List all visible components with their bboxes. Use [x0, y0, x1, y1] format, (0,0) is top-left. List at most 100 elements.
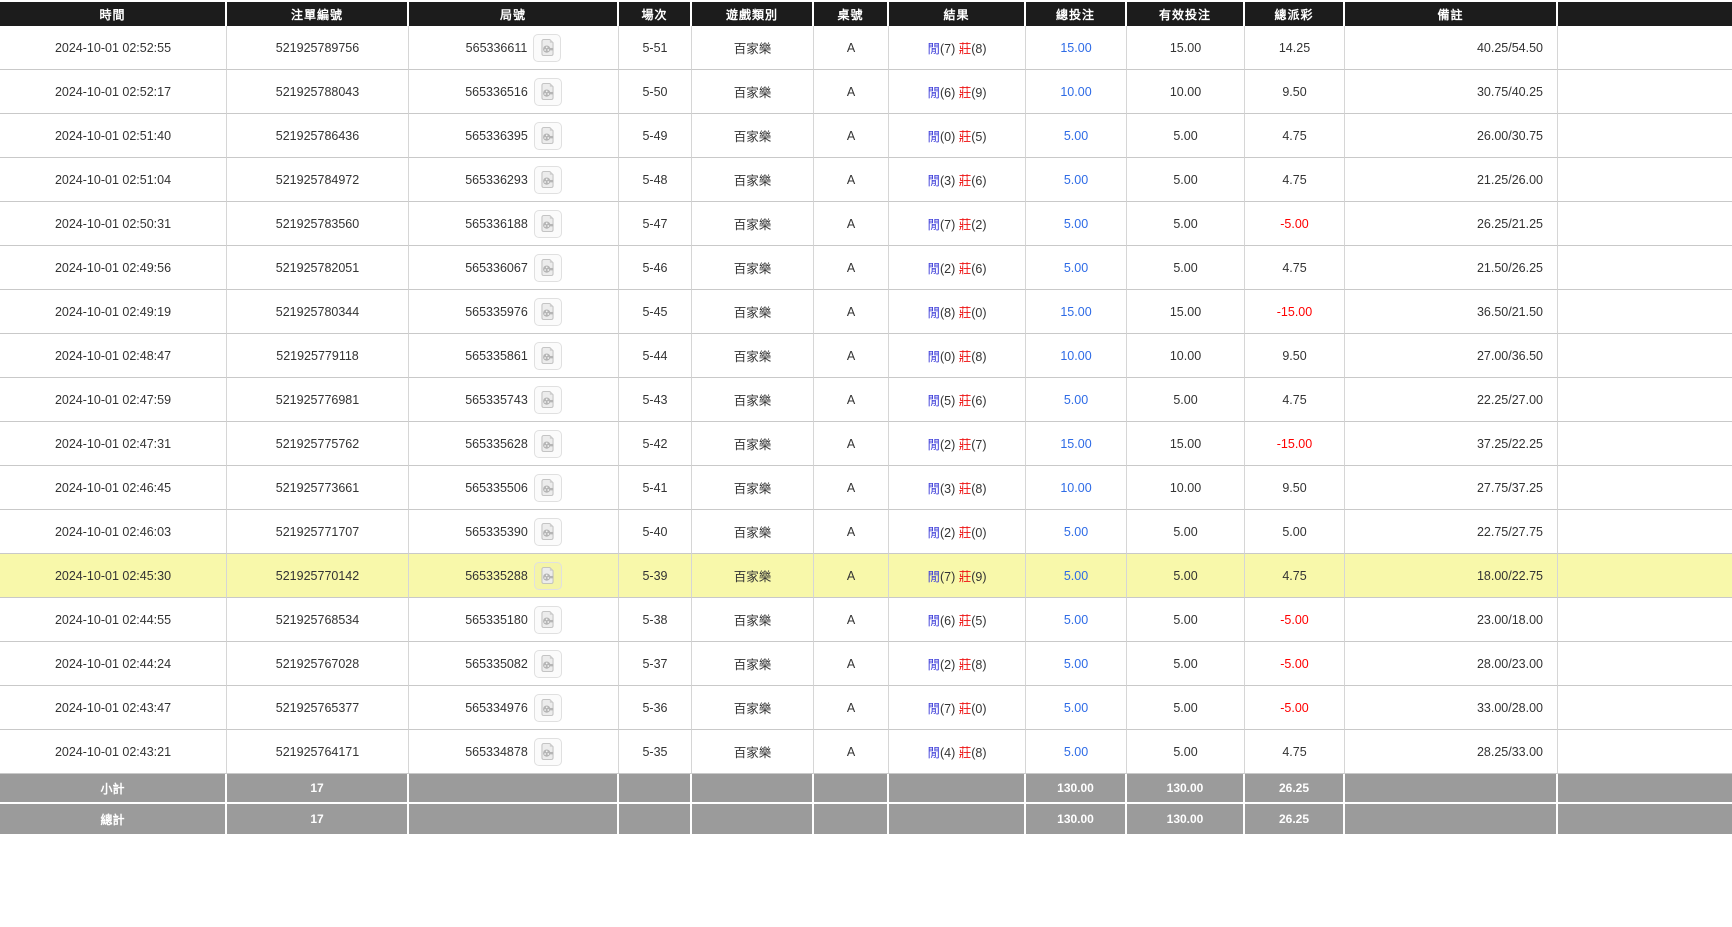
payout: -15.00	[1245, 422, 1345, 466]
total-bet-link[interactable]: 5.00	[1064, 129, 1088, 143]
bet-record-row[interactable]: 2024-10-01 02:50:31 521925783560 5653361…	[0, 202, 1732, 246]
total-bet-link[interactable]: 10.00	[1060, 481, 1091, 495]
bet-record-row[interactable]: 2024-10-01 02:46:03 521925771707 5653353…	[0, 510, 1732, 554]
result-banker-points: (7)	[971, 438, 986, 452]
table-header-row: 時間 注單編號 局號 場次 遊戲類別 桌號 結果 總投注 有效投注 總派彩 備註	[0, 2, 1732, 26]
bet-record-row[interactable]: 2024-10-01 02:47:59 521925776981 5653357…	[0, 378, 1732, 422]
total-bet-link[interactable]: 5.00	[1064, 657, 1088, 671]
valid-bet: 5.00	[1127, 510, 1245, 554]
video-replay-icon[interactable]	[534, 298, 562, 326]
bet-record-row[interactable]: 2024-10-01 02:43:47 521925765377 5653349…	[0, 686, 1732, 730]
video-replay-icon[interactable]	[534, 474, 562, 502]
spacer-cell	[1558, 554, 1732, 598]
video-replay-icon[interactable]	[534, 342, 562, 370]
video-replay-icon[interactable]	[534, 78, 562, 106]
table-no: A	[814, 158, 889, 202]
bet-record-row[interactable]: 2024-10-01 02:52:17 521925788043 5653365…	[0, 70, 1732, 114]
total-bet-link[interactable]: 5.00	[1064, 393, 1088, 407]
result-player-label: 閒	[927, 130, 940, 144]
subtotal-total-bet: 130.00	[1026, 774, 1127, 804]
video-replay-icon[interactable]	[534, 386, 562, 414]
total-bet-link[interactable]: 5.00	[1064, 613, 1088, 627]
bet-record-row[interactable]: 2024-10-01 02:44:55 521925768534 5653351…	[0, 598, 1732, 642]
bet-record-row[interactable]: 2024-10-01 02:51:40 521925786436 5653363…	[0, 114, 1732, 158]
total-bet-link[interactable]: 15.00	[1060, 41, 1091, 55]
video-replay-icon[interactable]	[534, 166, 562, 194]
game-result: 閒(7) 莊(8)	[889, 26, 1026, 70]
video-replay-icon[interactable]	[534, 122, 562, 150]
bet-record-row[interactable]: 2024-10-01 02:49:56 521925782051 5653360…	[0, 246, 1732, 290]
bet-record-row[interactable]: 2024-10-01 02:51:04 521925784972 5653362…	[0, 158, 1732, 202]
video-replay-icon[interactable]	[534, 518, 562, 546]
bet-record-row[interactable]: 2024-10-01 02:48:47 521925779118 5653358…	[0, 334, 1732, 378]
total-bet-link[interactable]: 5.00	[1064, 261, 1088, 275]
valid-bet: 5.00	[1127, 598, 1245, 642]
video-replay-icon[interactable]	[533, 34, 561, 62]
bet-record-row[interactable]: 2024-10-01 02:43:21 521925764171 5653348…	[0, 730, 1732, 774]
bet-time: 2024-10-01 02:48:47	[0, 334, 227, 378]
game-type: 百家樂	[692, 422, 814, 466]
payout: -15.00	[1245, 290, 1345, 334]
bet-record-row[interactable]: 2024-10-01 02:44:24 521925767028 5653350…	[0, 642, 1732, 686]
valid-bet: 5.00	[1127, 730, 1245, 774]
game-type: 百家樂	[692, 334, 814, 378]
bet-record-row[interactable]: 2024-10-01 02:49:19 521925780344 5653359…	[0, 290, 1732, 334]
total-bet-link[interactable]: 5.00	[1064, 173, 1088, 187]
bet-record-row[interactable]: 2024-10-01 02:46:45 521925773661 5653355…	[0, 466, 1732, 510]
payout: -5.00	[1245, 642, 1345, 686]
remark-balance: 21.25/26.00	[1345, 158, 1558, 202]
bet-id: 521925784972	[227, 158, 409, 202]
bet-record-row[interactable]: 2024-10-01 02:47:31 521925775762 5653356…	[0, 422, 1732, 466]
result-banker-points: (6)	[971, 394, 986, 408]
remark-balance: 22.25/27.00	[1345, 378, 1558, 422]
result-banker-points: (8)	[971, 658, 986, 672]
game-result: 閒(3) 莊(8)	[889, 466, 1026, 510]
video-replay-icon[interactable]	[534, 606, 562, 634]
session-no: 5-46	[619, 246, 692, 290]
video-replay-icon[interactable]	[534, 694, 562, 722]
video-replay-icon[interactable]	[534, 562, 562, 590]
game-type: 百家樂	[692, 26, 814, 70]
total-bet-link[interactable]: 5.00	[1064, 701, 1088, 715]
payout: -5.00	[1245, 686, 1345, 730]
payout: 4.75	[1245, 158, 1345, 202]
subtotal-label: 小計	[0, 774, 227, 804]
col-header-bet-id: 注單編號	[227, 2, 409, 26]
round-id: 565335506	[465, 481, 528, 495]
video-replay-icon[interactable]	[534, 430, 562, 458]
bet-id: 521925771707	[227, 510, 409, 554]
total-bet-link[interactable]: 15.00	[1060, 437, 1091, 451]
bet-record-row[interactable]: 2024-10-01 02:52:55 521925789756 5653366…	[0, 26, 1732, 70]
video-replay-icon[interactable]	[534, 254, 562, 282]
valid-bet: 10.00	[1127, 334, 1245, 378]
total-bet-link[interactable]: 5.00	[1064, 569, 1088, 583]
table-no: A	[814, 26, 889, 70]
total-bet-cell: 15.00	[1026, 26, 1127, 70]
session-no: 5-40	[619, 510, 692, 554]
table-no: A	[814, 422, 889, 466]
total-bet-link[interactable]: 10.00	[1060, 349, 1091, 363]
session-no: 5-44	[619, 334, 692, 378]
game-result: 閒(8) 莊(0)	[889, 290, 1026, 334]
bet-time: 2024-10-01 02:51:40	[0, 114, 227, 158]
total-bet-link[interactable]: 5.00	[1064, 525, 1088, 539]
remark-balance: 22.75/27.75	[1345, 510, 1558, 554]
total-bet-link[interactable]: 15.00	[1060, 305, 1091, 319]
video-replay-icon[interactable]	[534, 210, 562, 238]
video-replay-icon[interactable]	[534, 738, 562, 766]
total-bet-link[interactable]: 10.00	[1060, 85, 1091, 99]
round-cell: 565336067	[409, 246, 619, 290]
video-replay-icon[interactable]	[534, 650, 562, 678]
result-player-points: (2)	[940, 526, 955, 540]
game-result: 閒(7) 莊(0)	[889, 686, 1026, 730]
bet-record-row[interactable]: 2024-10-01 02:45:30 521925770142 5653352…	[0, 554, 1732, 598]
total-bet-link[interactable]: 5.00	[1064, 217, 1088, 231]
round-cell: 565334878	[409, 730, 619, 774]
result-banker-points: (8)	[971, 350, 986, 364]
bet-history-page: 時間 注單編號 局號 場次 遊戲類別 桌號 結果 總投注 有效投注 總派彩 備註…	[0, 0, 1732, 834]
total-bet-link[interactable]: 5.00	[1064, 745, 1088, 759]
result-player-label: 閒	[927, 262, 940, 276]
result-banker-label: 莊	[959, 42, 972, 56]
result-banker-points: (6)	[971, 262, 986, 276]
session-no: 5-47	[619, 202, 692, 246]
